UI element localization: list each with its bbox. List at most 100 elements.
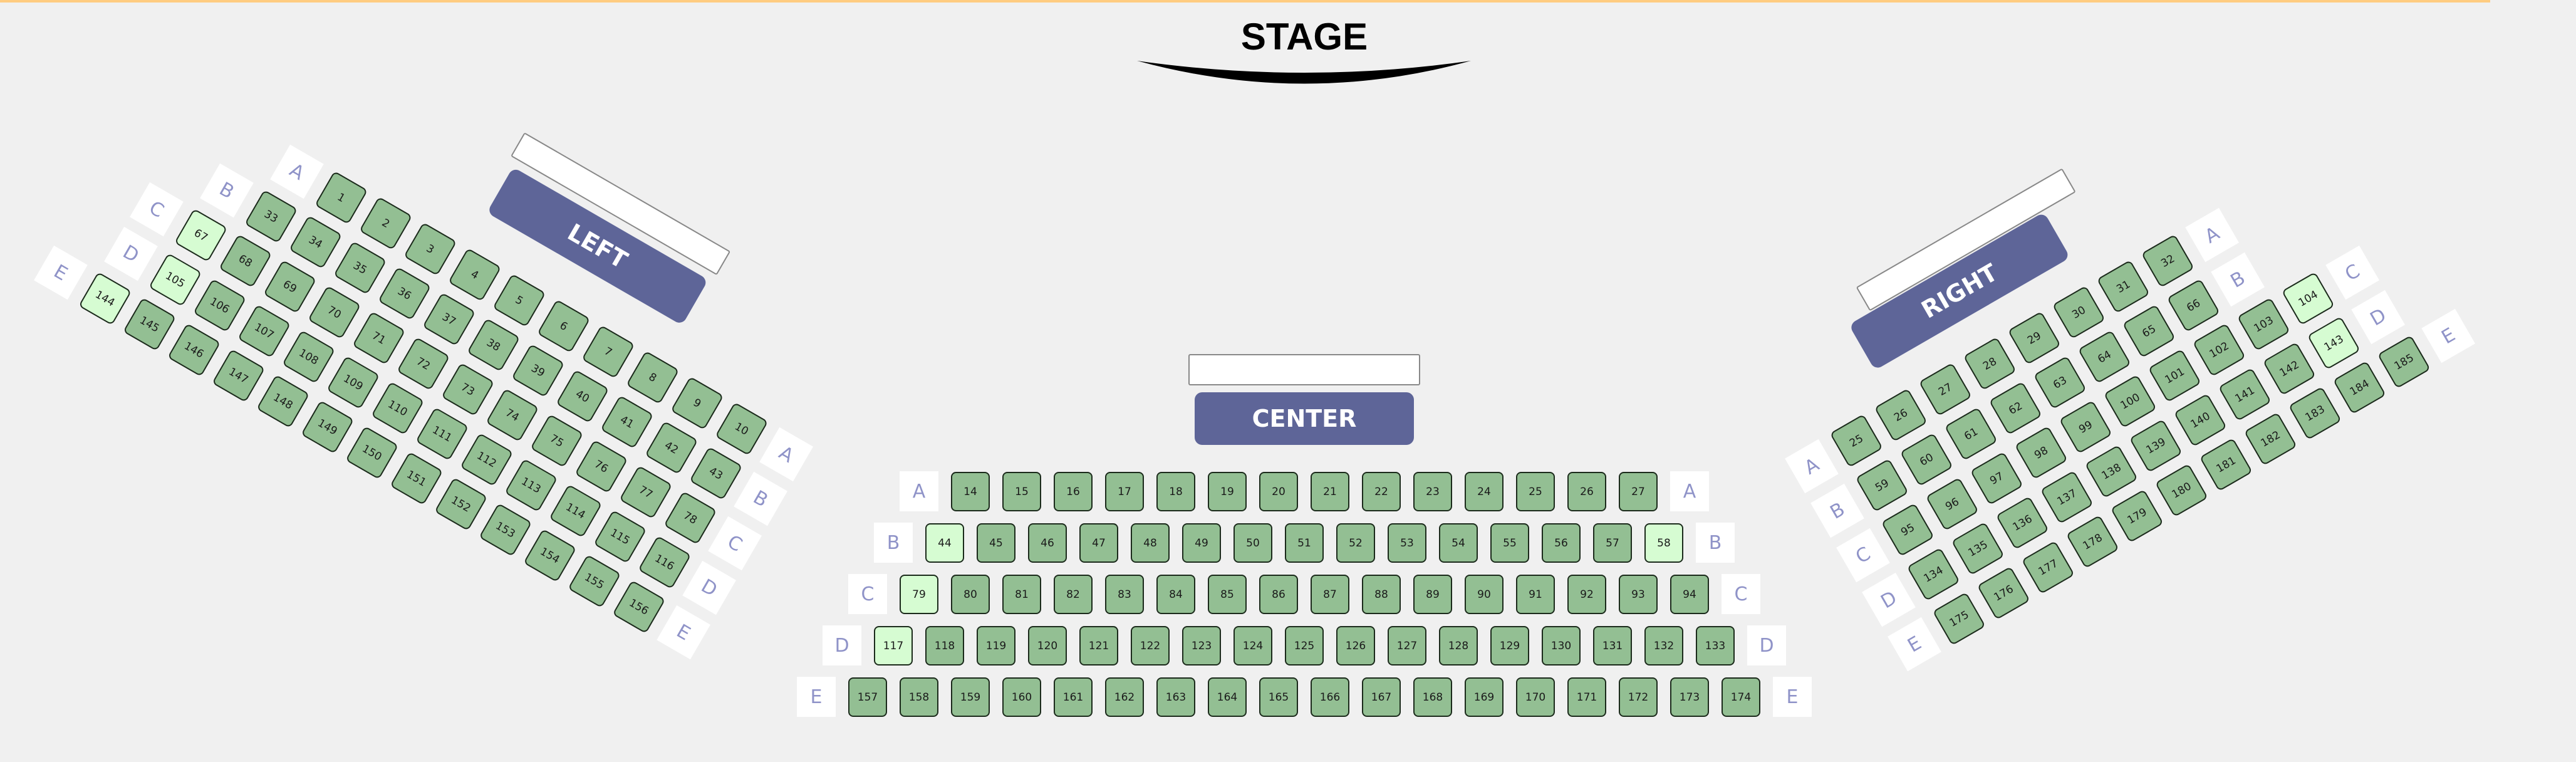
seat-181[interactable]: 181 — [2199, 437, 2253, 492]
seat-46[interactable]: 46 — [1028, 523, 1067, 563]
seat-141[interactable]: 141 — [2218, 367, 2272, 422]
seat-123[interactable]: 123 — [1182, 626, 1221, 665]
seat-99[interactable]: 99 — [2059, 400, 2112, 454]
seat-118[interactable]: 118 — [925, 626, 964, 665]
seat-30[interactable]: 30 — [2052, 285, 2106, 340]
seat-98[interactable]: 98 — [2014, 425, 2068, 480]
seat-41[interactable]: 41 — [600, 395, 654, 449]
seat-180[interactable]: 180 — [2154, 463, 2208, 518]
seat-175[interactable]: 175 — [1932, 592, 1986, 646]
seat-74[interactable]: 74 — [486, 388, 539, 442]
seat-27[interactable]: 27 — [1918, 362, 1972, 417]
seat-184[interactable]: 184 — [2332, 360, 2386, 415]
seat-27[interactable]: 27 — [1619, 472, 1658, 511]
seat-159[interactable]: 159 — [951, 677, 990, 717]
seat-9[interactable]: 9 — [670, 376, 724, 431]
seat-115[interactable]: 115 — [593, 509, 647, 564]
seat-155[interactable]: 155 — [568, 554, 621, 608]
seat-59[interactable]: 59 — [1855, 458, 1909, 513]
seat-125[interactable]: 125 — [1285, 626, 1324, 665]
seat-35[interactable]: 35 — [333, 241, 387, 295]
seat-90[interactable]: 90 — [1465, 575, 1504, 614]
seat-55[interactable]: 55 — [1490, 523, 1529, 563]
seat-81[interactable]: 81 — [1002, 575, 1041, 614]
seat-54[interactable]: 54 — [1439, 523, 1478, 563]
seat-177[interactable]: 177 — [2021, 540, 2075, 595]
seat-110[interactable]: 110 — [371, 381, 425, 436]
seat-137[interactable]: 137 — [2040, 470, 2094, 525]
seat-106[interactable]: 106 — [193, 278, 247, 333]
seat-2[interactable]: 2 — [359, 196, 413, 251]
seat-26[interactable]: 26 — [1567, 472, 1606, 511]
seat-126[interactable]: 126 — [1336, 626, 1375, 665]
seat-140[interactable]: 140 — [2173, 393, 2227, 447]
seat-112[interactable]: 112 — [460, 432, 514, 487]
seat-44[interactable]: 44 — [925, 523, 964, 563]
seat-100[interactable]: 100 — [2103, 374, 2157, 429]
seat-139[interactable]: 139 — [2129, 419, 2183, 473]
seat-53[interactable]: 53 — [1388, 523, 1426, 563]
seat-96[interactable]: 96 — [1925, 477, 1979, 531]
seat-122[interactable]: 122 — [1131, 626, 1170, 665]
seat-29[interactable]: 29 — [2007, 311, 2061, 365]
seat-24[interactable]: 24 — [1465, 472, 1504, 511]
seat-103[interactable]: 103 — [2236, 297, 2290, 352]
seat-92[interactable]: 92 — [1567, 575, 1606, 614]
seat-88[interactable]: 88 — [1362, 575, 1401, 614]
seat-76[interactable]: 76 — [574, 439, 628, 494]
seat-95[interactable]: 95 — [1881, 503, 1935, 557]
seat-105[interactable]: 105 — [148, 253, 202, 307]
seat-108[interactable]: 108 — [282, 330, 336, 384]
seat-130[interactable]: 130 — [1542, 626, 1581, 665]
seat-153[interactable]: 153 — [479, 503, 532, 557]
seat-25[interactable]: 25 — [1829, 414, 1883, 468]
seat-20[interactable]: 20 — [1259, 472, 1298, 511]
seat-80[interactable]: 80 — [951, 575, 990, 614]
seat-34[interactable]: 34 — [289, 215, 343, 269]
seat-82[interactable]: 82 — [1054, 575, 1093, 614]
seat-172[interactable]: 172 — [1619, 677, 1658, 717]
seat-52[interactable]: 52 — [1336, 523, 1375, 563]
seat-165[interactable]: 165 — [1259, 677, 1298, 717]
seat-142[interactable]: 142 — [2262, 342, 2316, 396]
seat-176[interactable]: 176 — [1976, 566, 2030, 620]
seat-119[interactable]: 119 — [977, 626, 1015, 665]
seat-157[interactable]: 157 — [848, 677, 887, 717]
seat-89[interactable]: 89 — [1413, 575, 1452, 614]
seat-36[interactable]: 36 — [378, 266, 432, 321]
seat-183[interactable]: 183 — [2288, 386, 2342, 441]
seat-101[interactable]: 101 — [2148, 348, 2201, 403]
seat-171[interactable]: 171 — [1567, 677, 1606, 717]
seat-117[interactable]: 117 — [874, 626, 913, 665]
seat-47[interactable]: 47 — [1079, 523, 1118, 563]
seat-69[interactable]: 69 — [263, 259, 317, 314]
seat-124[interactable]: 124 — [1233, 626, 1272, 665]
seat-116[interactable]: 116 — [638, 535, 692, 590]
seat-22[interactable]: 22 — [1362, 472, 1401, 511]
seat-23[interactable]: 23 — [1413, 472, 1452, 511]
seat-173[interactable]: 173 — [1670, 677, 1709, 717]
seat-133[interactable]: 133 — [1696, 626, 1735, 665]
seat-63[interactable]: 63 — [2033, 355, 2087, 410]
seat-170[interactable]: 170 — [1516, 677, 1555, 717]
seat-168[interactable]: 168 — [1413, 677, 1452, 717]
seat-10[interactable]: 10 — [715, 402, 769, 456]
seat-16[interactable]: 16 — [1054, 472, 1093, 511]
seat-167[interactable]: 167 — [1362, 677, 1401, 717]
seat-71[interactable]: 71 — [352, 311, 406, 365]
seat-31[interactable]: 31 — [2096, 259, 2150, 314]
seat-120[interactable]: 120 — [1028, 626, 1067, 665]
seat-70[interactable]: 70 — [308, 285, 361, 340]
section-center-label[interactable]: CENTER — [1195, 392, 1414, 445]
seat-79[interactable]: 79 — [900, 575, 938, 614]
seat-166[interactable]: 166 — [1311, 677, 1349, 717]
seat-32[interactable]: 32 — [2141, 234, 2194, 288]
seat-17[interactable]: 17 — [1105, 472, 1144, 511]
seat-83[interactable]: 83 — [1105, 575, 1144, 614]
seat-86[interactable]: 86 — [1259, 575, 1298, 614]
seat-87[interactable]: 87 — [1311, 575, 1349, 614]
seat-68[interactable]: 68 — [219, 234, 273, 288]
seat-75[interactable]: 75 — [530, 414, 584, 468]
seat-61[interactable]: 61 — [1944, 407, 1998, 461]
seat-78[interactable]: 78 — [663, 491, 717, 545]
